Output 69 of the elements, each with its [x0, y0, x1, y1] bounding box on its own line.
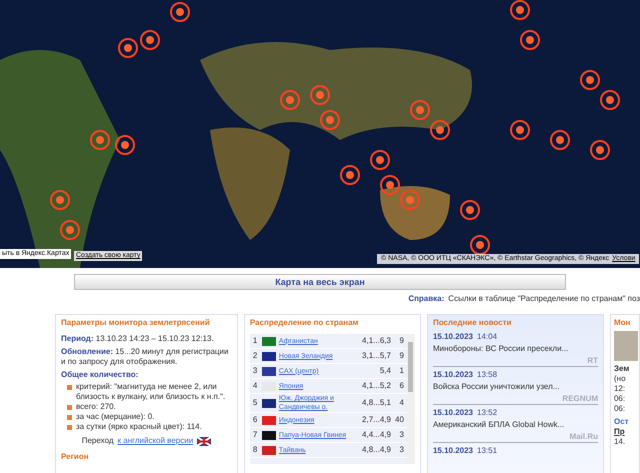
quake-count: 9: [398, 351, 404, 361]
photo-placeholder: [614, 331, 638, 361]
news-headline[interactable]: Американский БПЛА Global Howk...: [432, 420, 598, 430]
bullet-icon: [67, 425, 72, 430]
side-link[interactable]: Пр: [614, 427, 636, 437]
row-number: 6: [252, 415, 258, 425]
fullscreen-map-button[interactable]: Карта на весь экран: [74, 274, 566, 290]
parameter-text: Обновление: 15...20 минут для регистрации и по запросу для отображения.: [61, 347, 230, 367]
news-date: 15.10.2023: [432, 446, 473, 456]
news-headline[interactable]: Войска России уничтожили узел...: [432, 382, 598, 392]
magnitude-range: 2,7...4,9: [362, 415, 391, 425]
help-label: Справка:: [408, 294, 444, 304]
news-time: 13:52: [477, 408, 498, 418]
row-number: 8: [252, 445, 258, 455]
quake-count: 4: [398, 398, 404, 408]
quake-count: 6: [398, 381, 404, 391]
magnitude-range: 3,1...5,7: [362, 351, 391, 361]
region-heading: Регион: [61, 452, 90, 462]
magnitude-range: 5,4: [380, 366, 391, 376]
quake-count: 9: [398, 336, 404, 346]
magnitude-range: 4,1...5,2: [362, 381, 391, 391]
quake-count: 1: [398, 366, 404, 376]
quake-count: 40: [394, 415, 404, 425]
panel-title: Параметры монитора землетрясений: [61, 318, 211, 328]
bullet-icon: [67, 415, 72, 420]
count-heading: Общее количество:: [61, 370, 140, 380]
side-text: 06:: [614, 404, 626, 414]
news-date: 15.10.2023: [432, 370, 473, 380]
panel-title: Мон: [614, 318, 632, 328]
news-headline[interactable]: Минобороны: ВС России пресекли...: [432, 344, 598, 354]
side-date: 14.: [614, 437, 626, 447]
side-text: Зем: [614, 364, 630, 374]
help-text: Ссылки в таблице "Распределение по странам" поз: [448, 294, 640, 304]
magnitude-range: 4,8...5,1: [362, 398, 391, 408]
bullet-text: за сутки (ярко красный цвет): 114.: [76, 422, 202, 432]
row-number: 1: [252, 336, 258, 346]
magnitude-range: 4,8...4,9: [362, 445, 391, 455]
side-text: 06:: [614, 394, 626, 404]
switch-text: Переход: [82, 436, 114, 446]
bullet-text: за час (мерцание): 0.: [76, 412, 154, 422]
panel-title: Распределение по странам: [250, 318, 360, 328]
side-text: 12:: [614, 384, 626, 394]
bullet-text: критерий: "магнитуда не менее 2, или близость к вулкану, или близость к н.п.".: [76, 382, 226, 402]
bullet-icon: [67, 405, 72, 410]
news-date: 15.10.2023: [432, 332, 473, 342]
news-source: Mail.Ru: [570, 432, 598, 442]
news-source: RT: [587, 356, 598, 366]
parameter-text: Период: 13.10.23 14:23 – 15.10.23 12:13.: [61, 334, 215, 344]
quake-count: 3: [398, 445, 404, 455]
row-number: 5: [252, 398, 258, 408]
quake-count: 3: [398, 430, 404, 440]
magnitude-range: 4,4...4,9: [362, 430, 391, 440]
news-time: 14:04: [477, 332, 498, 342]
magnitude-range: 4,1...6,3: [362, 336, 391, 346]
news-date: 15.10.2023: [432, 408, 473, 418]
news-time: 13:58: [477, 370, 498, 380]
bullet-text: всего: 270.: [76, 402, 116, 412]
row-number: 2: [252, 351, 258, 361]
news-time: 13:51: [477, 446, 498, 456]
row-number: 7: [252, 430, 258, 440]
side-subtitle: Ост: [614, 417, 630, 427]
news-source: REGNUM: [562, 394, 598, 404]
panel-title: Последние новости: [432, 318, 512, 328]
uk-flag-icon: [197, 436, 212, 446]
english-version-link[interactable]: к английской версии: [118, 436, 194, 446]
side-text: (но: [614, 374, 627, 384]
row-number: 3: [252, 366, 258, 376]
bullet-icon: [67, 385, 72, 390]
row-number: 4: [252, 381, 258, 391]
